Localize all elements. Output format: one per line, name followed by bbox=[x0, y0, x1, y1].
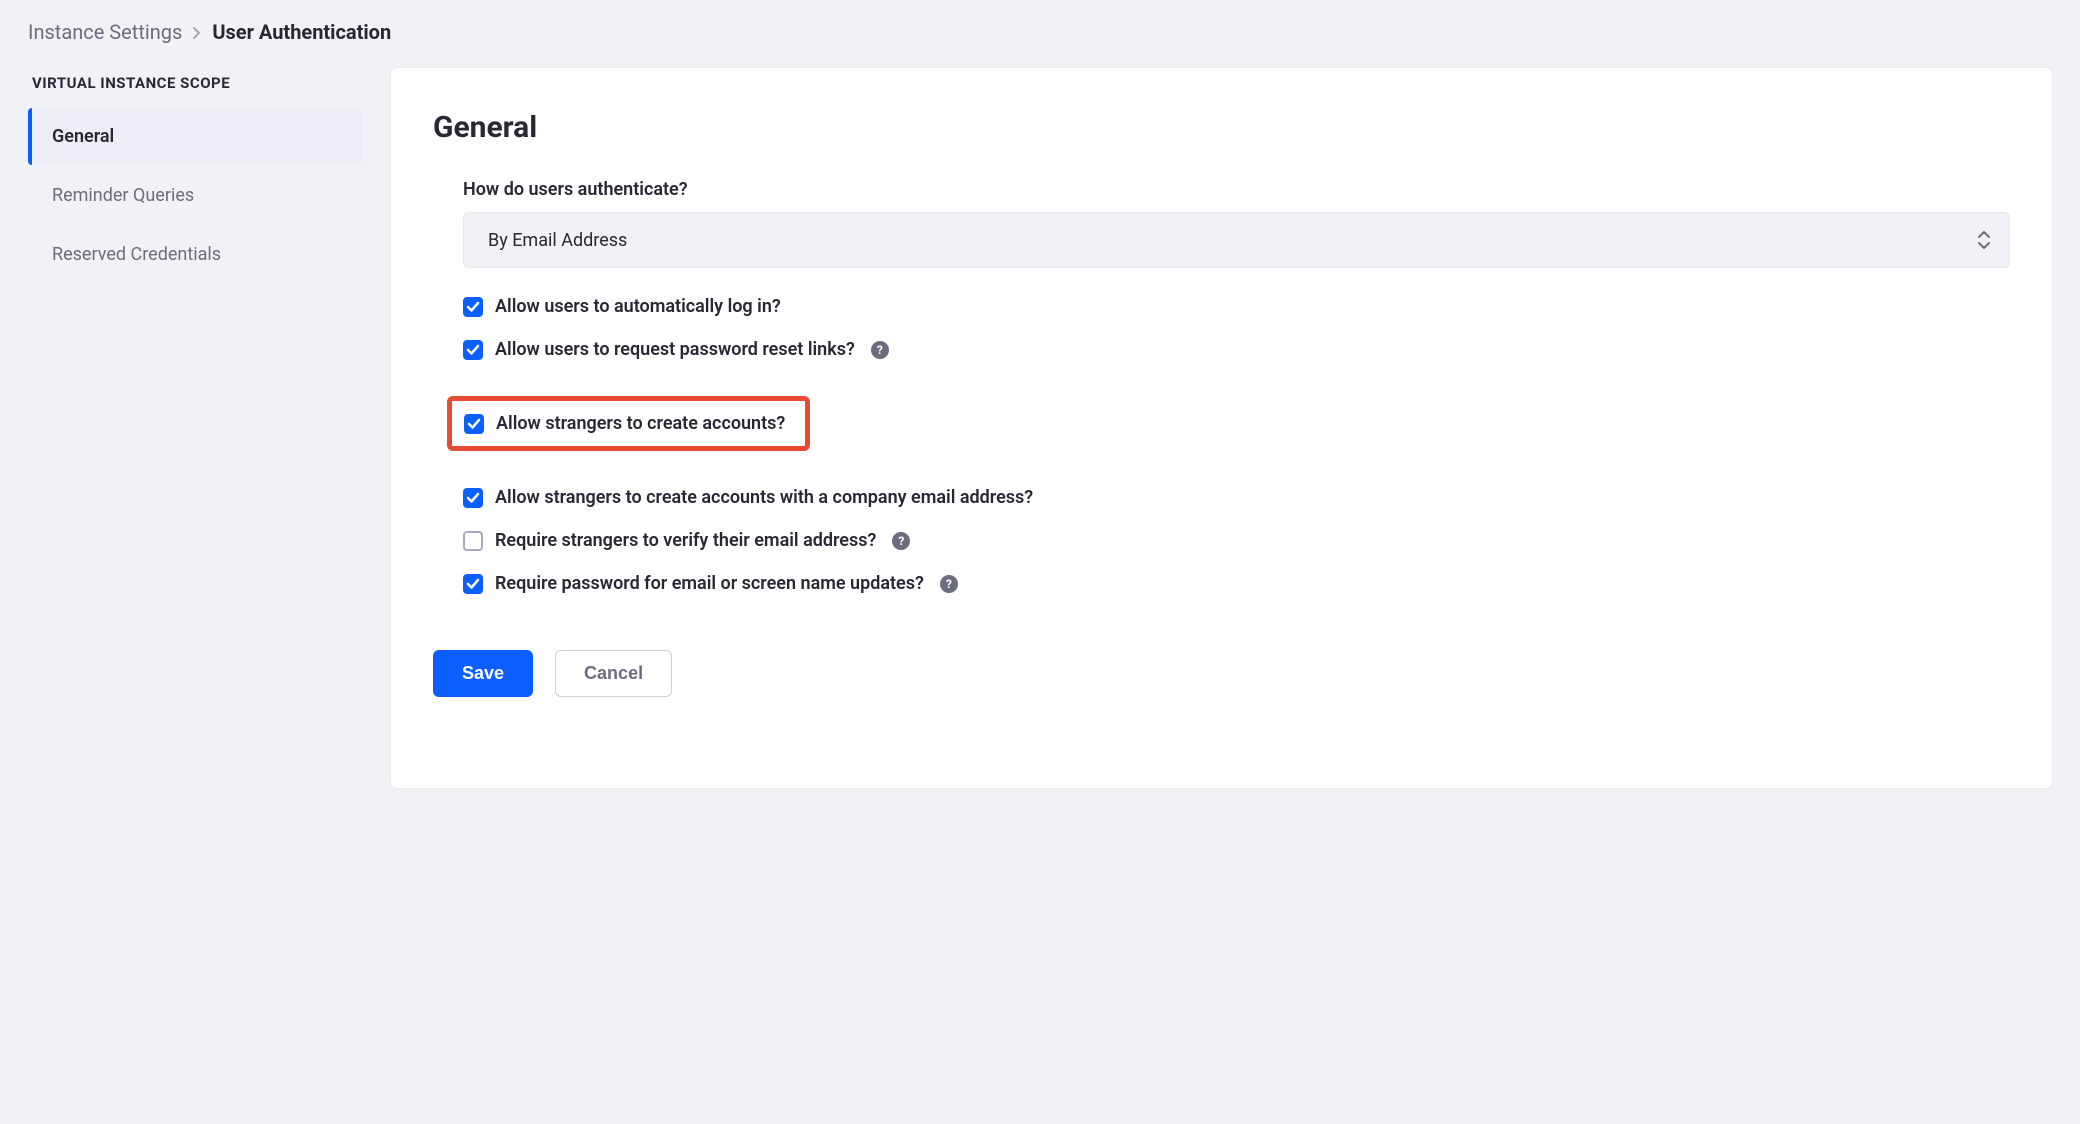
sidebar-item-general[interactable]: General bbox=[28, 108, 363, 165]
auth-method-value: By Email Address bbox=[488, 230, 627, 251]
breadcrumb: Instance Settings User Authentication bbox=[28, 20, 2052, 44]
main-panel: General How do users authenticate? By Em… bbox=[391, 68, 2052, 788]
checkbox[interactable] bbox=[463, 297, 483, 317]
sidebar-item-label: Reminder Queries bbox=[52, 185, 194, 206]
sidebar-item-reserved-credentials[interactable]: Reserved Credentials bbox=[28, 226, 363, 283]
checkbox-label[interactable]: Allow strangers to create accounts? bbox=[496, 413, 785, 434]
checkbox[interactable] bbox=[464, 414, 484, 434]
sidebar-item-label: Reserved Credentials bbox=[52, 244, 221, 265]
auth-method-label: How do users authenticate? bbox=[463, 179, 2010, 200]
auth-method-select[interactable]: By Email Address bbox=[463, 212, 2010, 268]
checkbox-label[interactable]: Allow users to automatically log in? bbox=[495, 296, 781, 317]
select-caret-icon bbox=[1978, 231, 1990, 249]
checkbox-row: Allow users to automatically log in? bbox=[463, 296, 2010, 317]
sidebar-heading: Virtual Instance Scope bbox=[28, 68, 363, 108]
panel-title: General bbox=[433, 110, 2010, 145]
checkbox-row: Allow users to request password reset li… bbox=[463, 339, 2010, 360]
help-icon[interactable]: ? bbox=[871, 341, 889, 359]
checkbox[interactable] bbox=[463, 488, 483, 508]
cancel-button[interactable]: Cancel bbox=[555, 650, 672, 697]
checkbox[interactable] bbox=[463, 340, 483, 360]
help-icon[interactable]: ? bbox=[940, 575, 958, 593]
checkbox[interactable] bbox=[463, 531, 483, 551]
help-icon[interactable]: ? bbox=[892, 532, 910, 550]
chevron-right-icon bbox=[192, 20, 202, 44]
checkbox-label[interactable]: Require password for email or screen nam… bbox=[495, 573, 924, 594]
sidebar: Virtual Instance Scope General Reminder Q… bbox=[28, 68, 363, 788]
checkbox-label[interactable]: Require strangers to verify their email … bbox=[495, 530, 876, 551]
breadcrumb-current: User Authentication bbox=[212, 20, 391, 44]
sidebar-item-label: General bbox=[52, 126, 114, 147]
highlight-box: Allow strangers to create accounts? bbox=[447, 396, 810, 451]
checkbox[interactable] bbox=[463, 574, 483, 594]
checkbox-label[interactable]: Allow strangers to create accounts with … bbox=[495, 487, 1033, 508]
checkbox-row: Allow strangers to create accounts? bbox=[464, 413, 785, 434]
save-button[interactable]: Save bbox=[433, 650, 533, 697]
breadcrumb-parent[interactable]: Instance Settings bbox=[28, 20, 182, 44]
checkbox-row: Require password for email or screen nam… bbox=[463, 573, 2010, 594]
checkbox-row: Allow strangers to create accounts with … bbox=[463, 487, 2010, 508]
checkbox-label[interactable]: Allow users to request password reset li… bbox=[495, 339, 855, 360]
checkbox-row: Require strangers to verify their email … bbox=[463, 530, 2010, 551]
sidebar-item-reminder-queries[interactable]: Reminder Queries bbox=[28, 167, 363, 224]
